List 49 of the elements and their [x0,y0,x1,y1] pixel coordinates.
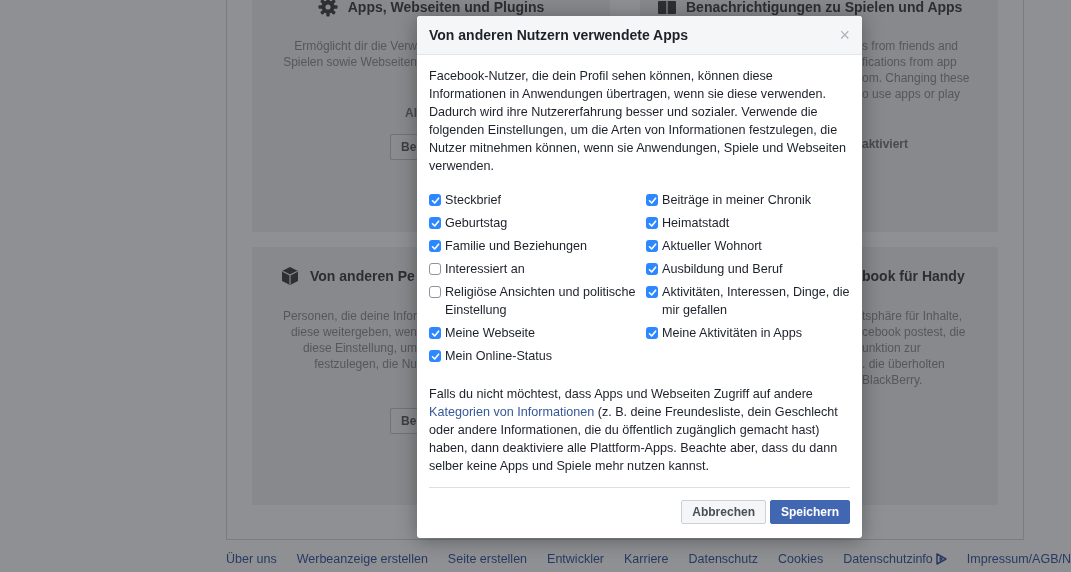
checkbox-option[interactable]: Heimatstadt [646,214,850,232]
status-text: Al [405,106,417,120]
footer-link[interactable]: Karriere [624,552,669,566]
card-heading: Apps, Webseiten und Plugins [347,0,545,14]
notice-text: Falls du nicht möchtest, dass Apps und Webseiten Zugriff auf andere Kategorien von Informationen (z. B. deine Freundesliste, dein Geschlecht oder andere Informationen, die du öffentlich zugänglich gemacht hast) haben, dann deaktiviere alle Plattform-Apps. Beachte aber, dass du dann selber keine Apps und Spiele mehr nutzen kannst. [429,386,839,475]
checkbox-option[interactable]: Beiträge in meiner Chronik [646,191,850,209]
cancel-button[interactable]: Abbrechen [681,500,766,524]
checkbox-option[interactable]: Geburtstag [429,214,646,232]
footer-link[interactable]: Cookies [778,552,824,566]
intro-text: Facebook-Nutzer, die dein Profil sehen können, können diese Informationen in Anwendungen übertragen, wenn sie diese verwenden. Dadurch wird ihre Nutzererfahrung besser und sozialer. Verwende die folgenden Einstellungen, um die Arten von Informationen festzulegen, die Nutzer mitnehmen können, wenn sie Anwendungen, Spiele und Webseiten verwenden. [429,68,848,175]
checkbox[interactable] [429,194,441,206]
status-text: aktiviert [862,137,909,151]
checkbox-option[interactable]: Mein Online-Status [429,347,646,365]
checkbox[interactable] [646,286,658,298]
checkbox[interactable] [429,217,441,229]
checkbox-option[interactable]: Ausbildung und Beruf [646,260,850,278]
dialog-title: Von anderen Nutzern verwendete Apps [429,27,689,43]
card-heading: book für Handy [862,268,965,284]
footer-link[interactable]: Datenschutz [688,552,758,566]
checkbox[interactable] [429,327,441,339]
card-heading: Benachrichtigungen zu Spielen und Apps [686,0,963,14]
footer-link[interactable]: Seite erstellen [447,552,528,566]
adchoices-icon [934,553,947,565]
checkbox-option[interactable]: Religiöse Ansichten und politische Einstellung [429,283,646,319]
checkbox[interactable] [646,194,658,206]
footer-link[interactable]: Impressum/AGB/N [966,552,1071,566]
checkbox[interactable] [646,217,658,229]
checkbox-option[interactable]: Steckbrief [429,191,646,209]
checkbox[interactable] [429,286,441,298]
checkbox[interactable] [429,240,441,252]
footer-link[interactable]: Datenschutzinfo [843,552,947,566]
checkbox[interactable] [646,263,658,275]
footer-link[interactable]: Entwickler [547,552,605,566]
checkbox[interactable] [429,263,441,275]
checkbox[interactable] [429,350,441,362]
checkbox-option[interactable]: Meine Webseite [429,324,646,342]
footer-link[interactable]: Werbeanzeige erstellen [296,552,428,566]
checkbox-option[interactable]: Familie und Beziehungen [429,237,646,255]
checkbox[interactable] [646,240,658,252]
save-button[interactable]: Speichern [769,500,850,524]
checkbox-option[interactable]: Aktivitäten, Interessen, Dinge, die mir gefallen [646,283,850,319]
footer-link[interactable]: Über uns [226,552,277,566]
checkbox-option[interactable]: Meine Aktivitäten in Apps [646,324,850,342]
cube-icon [280,266,300,286]
checkbox-option[interactable]: Aktueller Wohnort [646,237,850,255]
checkbox[interactable] [646,327,658,339]
card-heading: Von anderen Pe [310,268,415,284]
checkbox-option[interactable]: Interessiert an [429,260,646,278]
categories-link[interactable]: Kategorien von Informationen [429,405,595,419]
